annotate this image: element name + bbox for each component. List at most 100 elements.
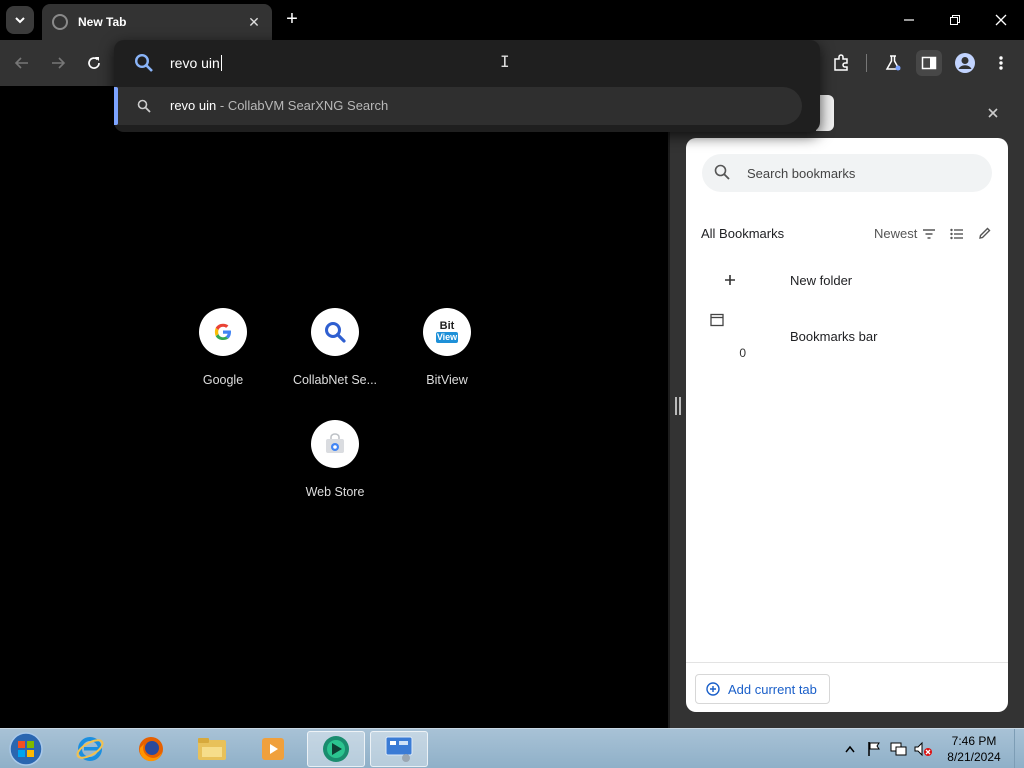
taskbar-file-explorer[interactable] bbox=[183, 731, 241, 767]
search-icon bbox=[134, 53, 153, 72]
shortcut-google[interactable]: Google bbox=[167, 308, 279, 408]
shortcut-collabnet[interactable]: CollabNet Se... bbox=[279, 308, 391, 408]
tab-new-tab[interactable]: New Tab ✕ bbox=[42, 4, 272, 40]
reload-button[interactable] bbox=[82, 51, 106, 75]
firefox-icon bbox=[139, 737, 163, 762]
network-tray-icon[interactable] bbox=[888, 729, 908, 768]
new-tab-page: Google CollabNet Se... Bit View BitView … bbox=[0, 86, 668, 728]
puzzle-icon bbox=[834, 54, 848, 71]
restore-icon bbox=[950, 15, 960, 25]
search-icon bbox=[714, 164, 730, 180]
chevron-down-icon bbox=[15, 17, 25, 24]
bookmarks-search-placeholder: Search bookmarks bbox=[747, 166, 856, 181]
list-view-icon[interactable] bbox=[950, 228, 964, 240]
edit-pencil-icon[interactable] bbox=[978, 226, 992, 240]
close-icon bbox=[988, 108, 998, 118]
show-desktop-button[interactable] bbox=[1014, 729, 1024, 768]
media-player-icon bbox=[262, 738, 284, 760]
windows-taskbar: 7:46 PM 8/21/2024 bbox=[0, 728, 1024, 768]
start-button[interactable] bbox=[6, 731, 46, 767]
search-magnifier-icon bbox=[325, 322, 346, 343]
arrow-left-icon bbox=[14, 57, 28, 69]
bookmark-item-bookmarks-bar[interactable]: 0 Bookmarks bar bbox=[702, 308, 992, 364]
bookmark-item-new-folder[interactable]: New folder bbox=[702, 257, 992, 303]
control-panel-icon bbox=[385, 736, 413, 762]
search-icon bbox=[137, 99, 151, 113]
shortcut-label: CollabNet Se... bbox=[292, 373, 378, 387]
text-cursor-icon: I bbox=[500, 52, 510, 71]
text-caret bbox=[220, 55, 222, 71]
network-icon bbox=[890, 742, 907, 756]
bookmark-folder-tile: 0 bbox=[702, 308, 758, 364]
add-circle-icon bbox=[706, 682, 720, 696]
minimize-icon bbox=[904, 19, 914, 21]
clock-date: 8/21/2024 bbox=[947, 750, 1001, 764]
forward-button[interactable] bbox=[46, 51, 70, 75]
extensions-button[interactable] bbox=[828, 50, 854, 76]
omnibox-suggestion[interactable]: revo uin - CollabVM SearXNG Search bbox=[114, 87, 802, 125]
menu-button[interactable] bbox=[988, 50, 1014, 76]
taskbar-clock[interactable]: 7:46 PM 8/21/2024 bbox=[938, 733, 1010, 765]
add-current-tab-button[interactable]: Add current tab bbox=[695, 674, 830, 704]
tab-search-button[interactable] bbox=[6, 6, 34, 34]
side-panel-close-button[interactable] bbox=[984, 104, 1002, 122]
side-panel-button[interactable] bbox=[916, 50, 942, 76]
chevron-up-icon bbox=[845, 745, 855, 753]
volume-tray-icon[interactable] bbox=[912, 729, 934, 768]
shortcut-bitview[interactable]: Bit View BitView bbox=[391, 308, 503, 408]
globe-icon bbox=[52, 14, 68, 30]
arrow-right-icon bbox=[52, 57, 66, 69]
side-panel-icon bbox=[921, 56, 937, 70]
close-icon bbox=[995, 14, 1007, 26]
taskbar-media-player[interactable] bbox=[244, 731, 302, 767]
shortcut-icon-circle bbox=[311, 308, 359, 356]
bookmark-item-label: New folder bbox=[790, 272, 853, 288]
action-center-tray-icon[interactable] bbox=[864, 729, 884, 768]
google-icon bbox=[214, 323, 231, 340]
app-green-icon bbox=[323, 736, 349, 762]
desktop-screen: New Tab ✕ + Google CollabNet Se... Bit V… bbox=[0, 0, 1024, 768]
sort-dropdown-label[interactable]: Newest bbox=[874, 226, 917, 241]
shortcut-icon-circle bbox=[199, 308, 247, 356]
taskbar-app-green[interactable] bbox=[307, 731, 365, 767]
close-tab-button[interactable]: ✕ bbox=[246, 14, 262, 31]
add-current-tab-label: Add current tab bbox=[728, 681, 817, 697]
side-panel-divider bbox=[668, 86, 670, 728]
avatar-icon bbox=[955, 53, 975, 73]
sort-filter-icon[interactable] bbox=[922, 228, 936, 240]
profile-button[interactable] bbox=[952, 50, 978, 76]
bookmark-count: 0 bbox=[739, 346, 746, 360]
plus-icon bbox=[702, 257, 758, 303]
show-hidden-icons-button[interactable] bbox=[842, 729, 858, 768]
clock-time: 7:46 PM bbox=[951, 734, 997, 748]
side-panel-resize-handle[interactable] bbox=[675, 397, 681, 415]
suggestion-text: revo uin - CollabVM SearXNG Search bbox=[170, 98, 389, 113]
bookmarks-heading: All Bookmarks bbox=[701, 226, 785, 241]
labs-button[interactable] bbox=[880, 50, 906, 76]
new-tab-button[interactable]: + bbox=[280, 8, 304, 32]
windows-logo-icon bbox=[9, 732, 43, 766]
folder-icon bbox=[710, 313, 724, 327]
shortcut-label: Google bbox=[202, 373, 244, 387]
suggestion-highlight-bar bbox=[114, 87, 118, 125]
shortcut-icon-circle bbox=[311, 420, 359, 468]
omnibox-popup: revo uin I revo uin - CollabVM SearXNG S… bbox=[114, 40, 820, 132]
toolbar-separator bbox=[866, 54, 867, 72]
flask-icon bbox=[885, 55, 901, 71]
shortcut-icon-circle: Bit View bbox=[423, 308, 471, 356]
shortcut-label: Web Store bbox=[305, 485, 365, 499]
footer-divider bbox=[686, 662, 1008, 663]
web-store-icon bbox=[326, 433, 344, 453]
internet-explorer-icon bbox=[76, 737, 104, 761]
bookmarks-panel: Search bookmarks All Bookmarks Newest Ne… bbox=[686, 138, 1008, 712]
minimize-button[interactable] bbox=[886, 0, 932, 40]
close-window-button[interactable] bbox=[978, 0, 1024, 40]
restore-button[interactable] bbox=[932, 0, 978, 40]
back-button[interactable] bbox=[10, 51, 34, 75]
flag-icon bbox=[868, 742, 880, 756]
taskbar-internet-explorer[interactable] bbox=[61, 731, 119, 767]
shortcut-web-store[interactable]: Web Store bbox=[279, 420, 391, 520]
address-bar-text: revo uin bbox=[170, 55, 222, 71]
taskbar-firefox[interactable] bbox=[122, 731, 180, 767]
taskbar-control-panel[interactable] bbox=[370, 731, 428, 767]
